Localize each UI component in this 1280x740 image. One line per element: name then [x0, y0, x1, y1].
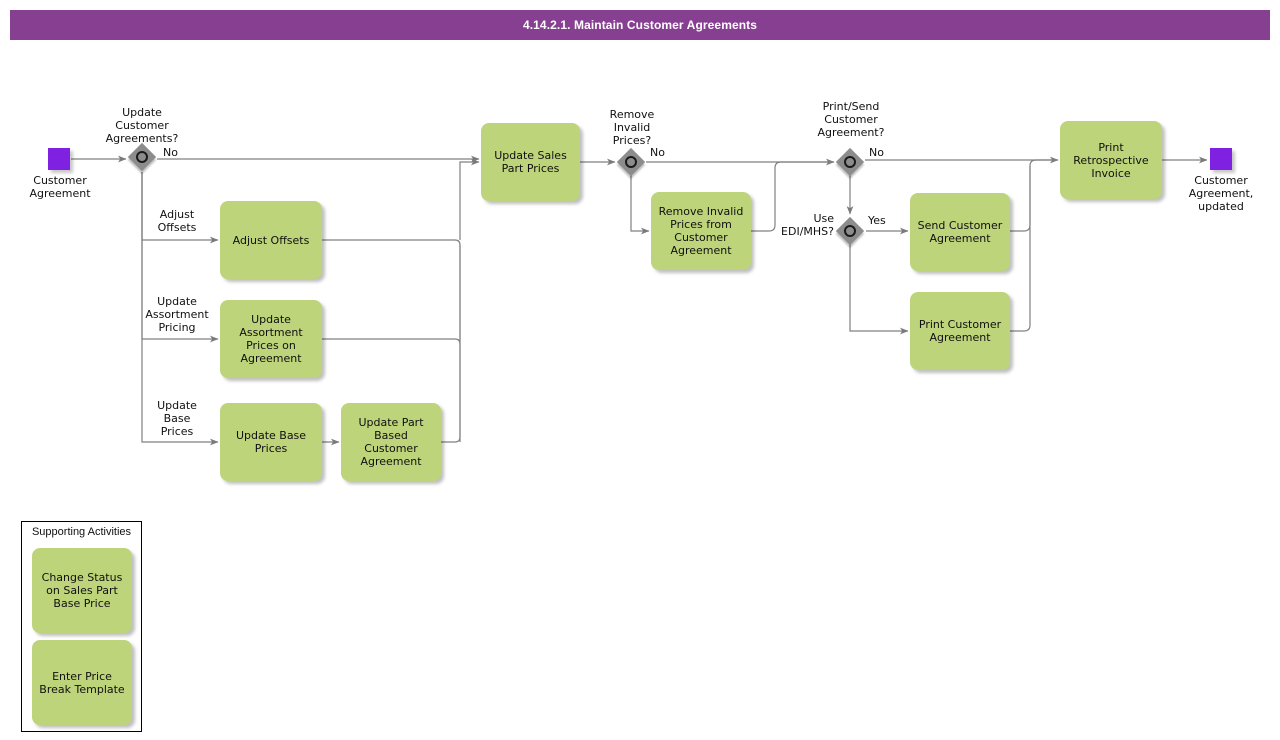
activity-label: Print Customer Agreement [918, 318, 1002, 344]
gateway-print-send-customer-agreement[interactable] [835, 147, 865, 177]
edge-merge-to-sales-part-prices [459, 158, 480, 240]
gateway-ring-icon [136, 151, 148, 163]
gateway-remove-invalid-prices-label: Remove Invalid Prices? [609, 108, 655, 147]
gateway-print-send-customer-agreement-label: Print/Send Customer Agreement? [817, 100, 885, 139]
end-event-label: Customer Agreement, updated [1188, 174, 1254, 213]
gateway-use-edi-mhs-label: Use EDI/MHS? [781, 212, 834, 238]
rail-send-agreement-merge [1010, 159, 1058, 232]
rail-part-based-merge [441, 245, 461, 443]
edge-label-printsend-no: No [869, 146, 884, 159]
activity-print-customer-agreement[interactable]: Print Customer Agreement [910, 292, 1010, 370]
activity-label: Update Part Based Customer Agreement [358, 416, 424, 468]
activity-send-customer-agreement[interactable]: Send Customer Agreement [910, 193, 1010, 271]
edge-label-edi-yes: Yes [868, 214, 886, 227]
end-event-customer-agreement-updated[interactable] [1210, 148, 1232, 170]
gateway-ring-icon [625, 156, 637, 168]
edge-remove-yes-to-remove-box [630, 174, 650, 235]
edge-label-update-no: No [163, 146, 178, 159]
activity-update-part-based-customer-agreement[interactable]: Update Part Based Customer Agreement [341, 403, 441, 481]
rail-adjust-offsets-merge [322, 239, 461, 340]
activity-update-base-prices[interactable]: Update Base Prices [220, 403, 322, 481]
activity-label: Adjust Offsets [232, 233, 310, 247]
activity-label: Change Status on Sales Part Base Price [41, 571, 123, 610]
activity-change-status-on-sales-part-base-price[interactable]: Change Status on Sales Part Base Price [32, 548, 132, 633]
gateway-ring-icon [844, 156, 856, 168]
page-title: 4.14.2.1. Maintain Customer Agreements [522, 18, 758, 32]
process-diagram-canvas: 4.14.2.1. Maintain Customer Agreements C… [0, 0, 1280, 740]
supporting-activities-title: Supporting Activities [31, 526, 132, 538]
edge-label-adjust-offsets-branch: Adjust Offsets [157, 208, 197, 234]
activity-label: Enter Price Break Template [39, 669, 125, 696]
activity-label: Update Base Prices [235, 429, 307, 455]
edge-label-update-assortment-pricing-branch: Update Assortment Pricing [145, 295, 209, 334]
activity-enter-price-break-template[interactable]: Enter Price Break Template [32, 640, 132, 725]
gateway-use-edi-mhs[interactable] [835, 216, 865, 246]
edge-label-remove-no: No [650, 146, 665, 159]
edge-label-update-base-prices-branch: Update Base Prices [157, 399, 197, 438]
activity-label: Send Customer Agreement [917, 219, 1003, 245]
activity-print-retrospective-invoice[interactable]: Print Retrospective Invoice [1060, 121, 1162, 199]
activity-update-sales-part-prices[interactable]: Update Sales Part Prices [481, 123, 580, 201]
gateway-update-customer-agreements[interactable] [127, 142, 157, 172]
gateway-update-customer-agreements-label: Update Customer Agreements? [105, 106, 179, 145]
edge-edi-no-to-print-agreement [849, 244, 909, 335]
activity-label: Update Sales Part Prices [494, 149, 567, 175]
start-event-customer-agreement[interactable] [48, 148, 70, 170]
activity-label: Remove Invalid Prices from Customer Agre… [658, 205, 744, 257]
activity-label: Print Retrospective Invoice [1073, 140, 1149, 180]
start-event-label: Customer Agreement [29, 174, 91, 200]
gateway-ring-icon [844, 225, 856, 237]
rail-print-agreement-merge [1010, 166, 1031, 332]
activity-remove-invalid-prices-from-customer-agreement[interactable]: Remove Invalid Prices from Customer Agre… [651, 192, 751, 270]
activity-update-assortment-prices-on-agreement[interactable]: Update Assortment Prices on Agreement [220, 300, 322, 378]
activity-adjust-offsets[interactable]: Adjust Offsets [220, 201, 322, 279]
diagram-title-bar: 4.14.2.1. Maintain Customer Agreements [10, 10, 1270, 40]
activity-label: Update Assortment Prices on Agreement [239, 313, 303, 365]
gateway-remove-invalid-prices[interactable] [616, 147, 646, 177]
